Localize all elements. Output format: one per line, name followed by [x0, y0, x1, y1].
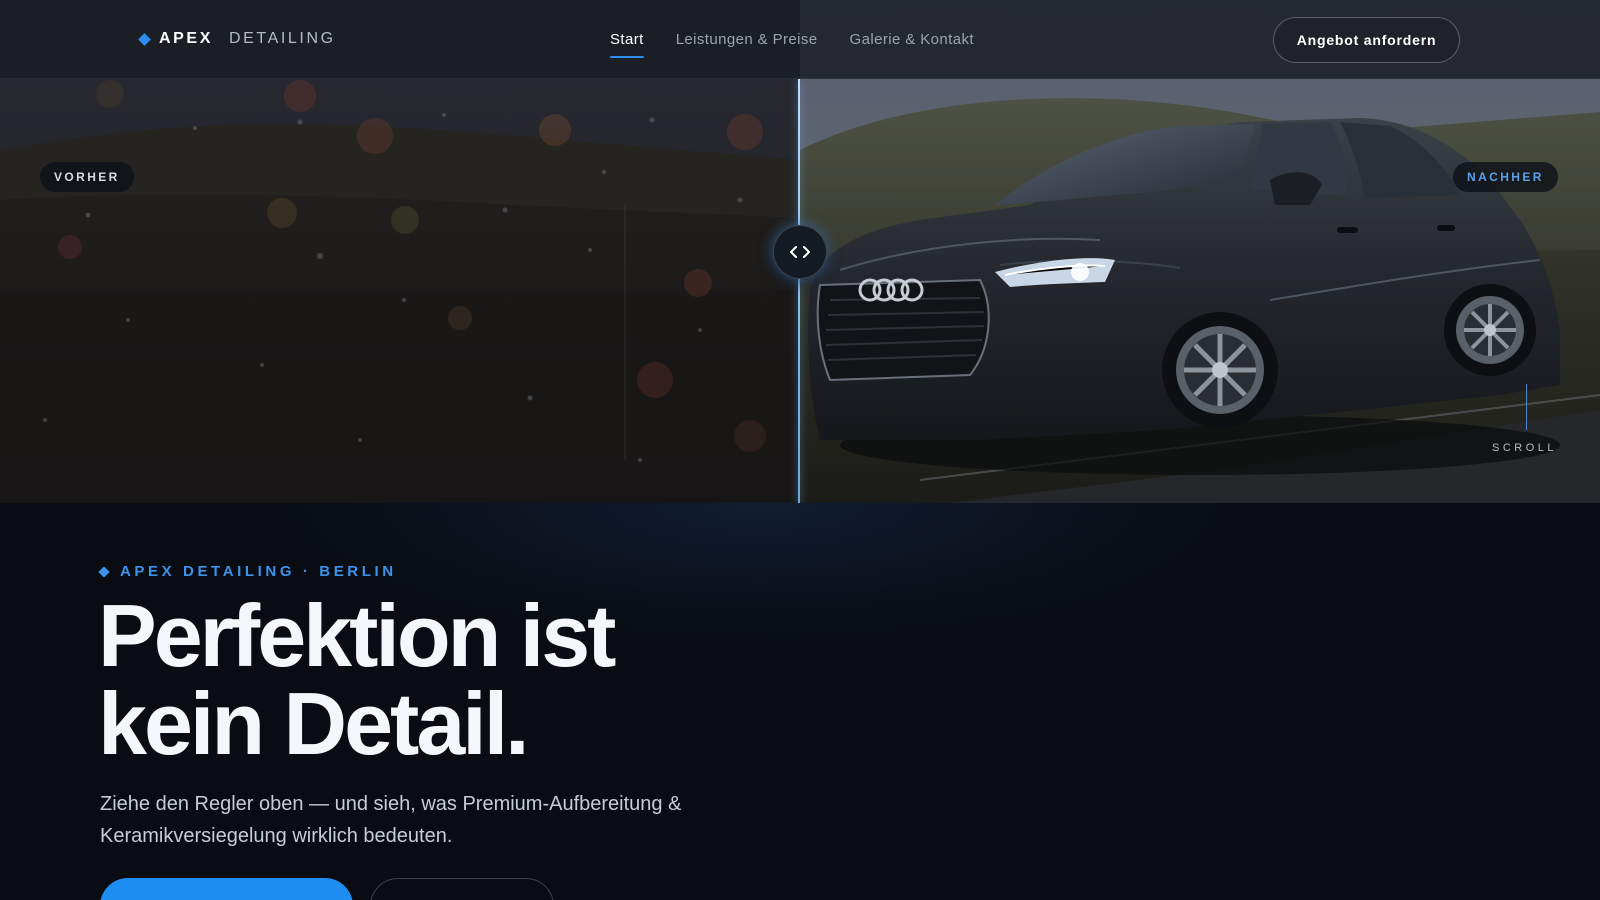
- hero-headline: Perfektion ist kein Detail.: [98, 592, 798, 768]
- chevrons-left-right-icon: [790, 246, 810, 258]
- after-label: NACHHER: [1453, 162, 1558, 192]
- hero-eyebrow: APEX DETAILING · BERLIN: [98, 563, 397, 580]
- nav-link-leistungen[interactable]: Leistungen & Preise: [676, 31, 818, 58]
- request-quote-button[interactable]: Angebot anfordern: [1273, 17, 1460, 63]
- scroll-indicator-label: SCROLL: [1492, 442, 1558, 454]
- brand-logo[interactable]: APEX DETAILING: [138, 30, 336, 48]
- nav-link-galerie[interactable]: Galerie & Kontakt: [850, 31, 974, 58]
- hero-subtext: Ziehe den Regler oben — und sieh, was Pr…: [100, 793, 682, 847]
- nav-link-start[interactable]: Start: [610, 31, 644, 58]
- hero-eyebrow-text: APEX DETAILING · BERLIN: [120, 563, 397, 580]
- compare-slider-handle[interactable]: [773, 225, 827, 279]
- brand-name-light: DETAILING: [228, 30, 336, 47]
- main-menu: Start Leistungen & Preise Galerie & Kont…: [610, 31, 974, 58]
- diamond-icon: [138, 32, 151, 46]
- secondary-cta-button[interactable]: [370, 878, 554, 900]
- diamond-icon: [98, 565, 110, 578]
- compare-divider-line[interactable]: [798, 79, 800, 503]
- hero-headline-line2: kein Detail.: [98, 674, 530, 773]
- primary-cta-button[interactable]: [100, 878, 353, 900]
- hero-headline-line1: Perfektion ist: [98, 586, 616, 685]
- scroll-indicator-line: [1526, 384, 1527, 430]
- brand-name-bold: APEX: [159, 30, 213, 47]
- top-navigation: APEX DETAILING Start Leistungen & Preise …: [0, 0, 1600, 79]
- before-label: VORHER: [40, 162, 134, 192]
